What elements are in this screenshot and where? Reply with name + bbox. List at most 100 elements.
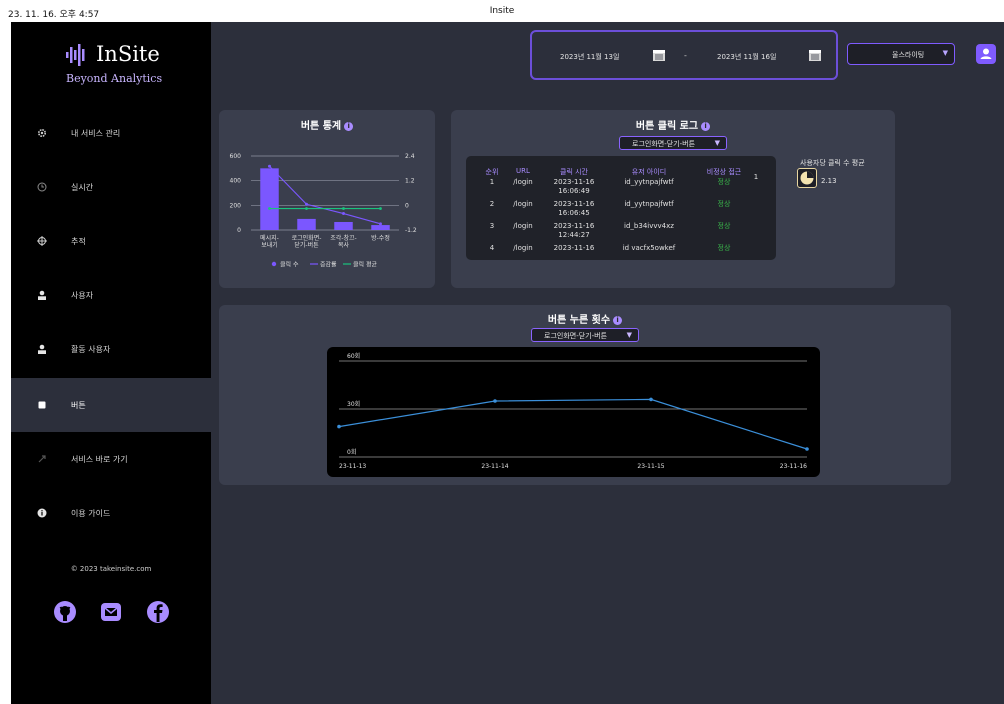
brand-name: InSite: [96, 42, 160, 66]
bar-click-count: [371, 225, 390, 230]
app-window: InSite Beyond Analytics 내 서비스 관리 실시간 추적: [11, 22, 1004, 704]
user-menu-button[interactable]: [976, 44, 996, 64]
line-press-count: [338, 398, 808, 450]
avg-clicks-label: 사용자당 클릭 수 평균: [800, 159, 865, 167]
click-log-title: 버튼 클릭 로그 i: [451, 117, 895, 132]
x-tick-label: 로그인화면-: [292, 234, 322, 242]
point-change-rate: [379, 222, 382, 226]
cell-time: 12:44:27: [558, 231, 590, 239]
y-tick-label: 60회: [347, 352, 360, 360]
bar-click-count: [297, 218, 316, 230]
select-value: 로그인화면-닫기-버튼: [544, 332, 608, 340]
cell-url: /login: [513, 222, 533, 230]
cell-user: id_yytnpajfwtf: [624, 178, 674, 186]
point-press-count: [649, 397, 653, 402]
sidebar-item-guide[interactable]: 이용 가이드: [11, 486, 211, 540]
cell-date: 2023-11-16: [553, 178, 595, 186]
date-separator: -: [684, 51, 687, 60]
x-tick-label: 23-11-16: [780, 463, 807, 470]
user-icon: [35, 342, 49, 356]
sidebar-item-label: 이용 가이드: [71, 508, 111, 518]
start-date[interactable]: 2023년 11월 13일: [560, 52, 619, 62]
click-log-button-select[interactable]: 로그인화면-닫기-버튼 ▼: [619, 136, 727, 150]
card-title-text: 버튼 클릭 로그: [635, 121, 699, 132]
point-press-count: [805, 447, 809, 451]
gear-icon: [35, 126, 49, 140]
y-left-tick-label: 200: [230, 202, 242, 209]
calendar-icon[interactable]: [652, 47, 666, 61]
x-tick-label: 보내기: [261, 241, 278, 249]
sidebar-item-buttons[interactable]: 버튼: [11, 378, 211, 432]
y-right-tick-label: 2.4: [405, 153, 415, 160]
cell-status: 정상: [717, 222, 731, 230]
sidebar-item-service-shortcut[interactable]: 서비스 바로 가기: [11, 432, 211, 486]
point-press-count: [337, 424, 341, 429]
press-count-button-select[interactable]: 로그인화면-닫기-버튼 ▼: [531, 328, 639, 342]
x-tick-label: 23-11-15: [637, 463, 664, 470]
sidebar-item-tracking[interactable]: 추적: [11, 214, 211, 268]
mail-icon[interactable]: [99, 600, 123, 624]
service-select[interactable]: 울스라이팅 ▼: [847, 43, 955, 65]
press-count-chart-area: 60회 30회 0회 23-11-13 23-11-14 23-11-15 23-11-16: [327, 347, 820, 477]
col-header-user-id: 유저 아이디: [631, 168, 667, 176]
point-change-rate: [268, 164, 271, 168]
bar-click-count: [260, 168, 279, 230]
sidebar-item-label: 실시간: [71, 182, 94, 192]
button-stats-chart: 600 400 200 0 2.4 1.2 0 -1.2 메시지-보내기 로그인화면-닫기-버튼 조…: [230, 153, 417, 269]
x-tick-label: 방-수정: [371, 234, 390, 242]
y-right-tick-label: 0: [405, 202, 409, 209]
sidebar-item-label: 내 서비스 관리: [71, 128, 121, 138]
point-click-average: [342, 207, 345, 210]
y-tick-label: 30회: [347, 400, 360, 408]
click-log-card: 버튼 클릭 로그 i 로그인화면-닫기-버튼 ▼ 순위 URL 클릭 시간 유저 …: [451, 110, 895, 288]
calendar-icon[interactable]: [808, 47, 822, 61]
brand-tagline: Beyond Analytics: [66, 72, 163, 85]
github-icon[interactable]: [53, 600, 77, 624]
point-press-count: [493, 399, 497, 403]
x-tick-label: 복사: [338, 241, 350, 249]
date-range-picker: 2023년 11월 13일 - 2023년 11월 16일: [530, 30, 838, 80]
facebook-icon[interactable]: [146, 600, 170, 624]
x-tick-label: 23-11-13: [339, 463, 366, 470]
end-date[interactable]: 2023년 11월 16일: [717, 52, 776, 62]
cell-rank: 4: [489, 244, 495, 252]
info-icon[interactable]: i: [701, 122, 711, 131]
bar-click-count: [334, 221, 353, 230]
avg-clicks-value: 2.13: [821, 177, 837, 185]
square-icon: [35, 398, 49, 412]
x-tick-label: 메시지-: [260, 234, 279, 242]
caret-down-icon: ▼: [714, 139, 720, 147]
service-select-value: 울스라이팅: [892, 51, 925, 59]
legend-label: 증감률: [320, 262, 337, 269]
cell-status: 정상: [717, 200, 731, 208]
x-tick-label: 조각-창끄-: [330, 234, 356, 242]
crosshair-icon: [35, 234, 49, 248]
legend-marker: [271, 261, 277, 267]
point-click-average: [305, 207, 308, 210]
press-count-card: 버튼 누른 횟수 i 로그인화면-닫기-버튼 ▼ 60회 30회 0회 23-11-13…: [219, 305, 951, 485]
y-right-tick-label: -1.2: [405, 227, 417, 234]
copyright: © 2023 takeinsite.com: [70, 565, 152, 573]
sidebar-item-service-manage[interactable]: 내 서비스 관리: [11, 106, 211, 160]
legend-label: 클릭 평균: [353, 261, 377, 269]
cell-date: 2023-11-16: [553, 244, 595, 252]
waveform-icon: [66, 44, 85, 66]
line-change-rate: [269, 165, 381, 225]
sidebar-item-realtime[interactable]: 실시간: [11, 160, 211, 214]
info-icon[interactable]: i: [613, 316, 623, 325]
print-header: 23. 11. 16. 오후 4:57 Insite: [0, 0, 1004, 22]
sidebar-item-active-users[interactable]: 활동 사용자: [11, 322, 211, 376]
sidebar-item-users[interactable]: 사용자: [11, 268, 211, 322]
button-stats-card: 버튼 통계 i 600 400 200 0 2.4 1.2 0 -1.2 메시지- 보내기 로그인화면…: [219, 110, 435, 288]
sidebar-item-label: 추적: [71, 236, 86, 246]
sidebar-item-label: 사용자: [71, 290, 94, 300]
y-left-tick-label: 0: [237, 227, 241, 234]
col-header-url: URL: [516, 167, 530, 175]
cell-rank: 3: [489, 222, 495, 230]
brand-logo[interactable]: InSite Beyond Analytics: [66, 42, 206, 92]
press-count-title: 버튼 누른 횟수 i: [219, 311, 951, 326]
cell-time: 16:06:49: [558, 187, 590, 195]
caret-down-icon: ▼: [942, 49, 948, 57]
col-header-click-time: 클릭 시간: [560, 168, 588, 176]
sidebar-item-label: 버튼: [71, 400, 86, 410]
